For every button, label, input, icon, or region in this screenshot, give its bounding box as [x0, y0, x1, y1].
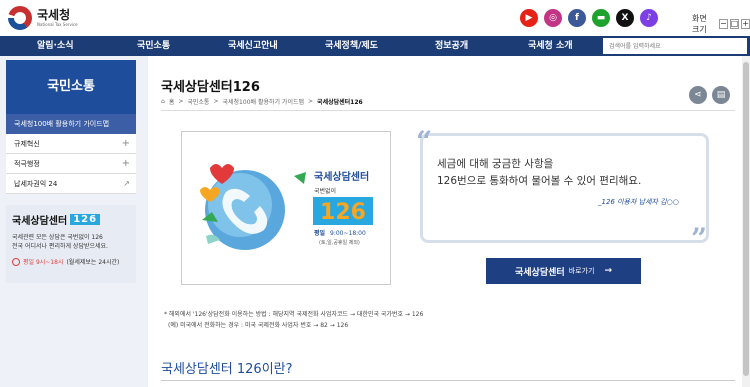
image-hours-note: (토,일,공휴일 제외) [319, 239, 360, 246]
taegeuk-logo-icon [8, 6, 32, 30]
consult-center-image: 국세상담센터 국번없이 126 평일 9:00~18:00 (토,일,공휴일 제… [181, 131, 391, 285]
instagram-icon[interactable]: ◎ [544, 9, 562, 27]
sidebar-item-taxpayer-rights[interactable]: 납세자권익 24 ↗ [6, 174, 136, 194]
search-input[interactable] [603, 38, 747, 54]
top-header: 국세청 National Tax Service ▶ ◎ f ▬ X ♪ 화면크기 − □… [0, 0, 750, 36]
consult-box-desc-1: 국세관련 모든 상담은 국번없이 126 [12, 234, 103, 241]
font-size-label: 화면크기 [692, 14, 707, 34]
breadcrumb-item[interactable]: 국세청100배 활용하기 가이드맵 [223, 97, 305, 106]
nav-item-news[interactable]: 알림·소식 [37, 36, 74, 56]
note-line-2: (예) 미국에서 전화하는 경우 : 미국 국제전화 사업자 번호 → 82 →… [168, 322, 349, 329]
breadcrumb-item[interactable]: 홈 [169, 97, 175, 106]
section-title: 국세상담센터 126이란? [161, 362, 293, 377]
testimonial-line-2: 126번으로 통화하여 물어볼 수 있어 편리해요. [437, 175, 642, 187]
note-line-1: * 해외에서 '126'상담전화 이용하는 방법 : 해당지역 국제전화 사업자… [164, 311, 424, 318]
section-divider [161, 380, 735, 381]
consult-center-link-button[interactable]: 국세상담센터 바로가기 → [486, 258, 641, 284]
external-link-icon: ↗ [123, 179, 130, 188]
sidebar-item-label: 국세청100배 활용하기 가이드맵 [14, 120, 110, 128]
sidebar-item-label: 납세자권익 24 [14, 180, 58, 188]
image-hours-label: 평일 [314, 229, 326, 237]
title-divider [161, 110, 735, 111]
scrollbar-thumb[interactable] [743, 62, 749, 376]
open-quote-icon: “ [416, 125, 433, 158]
consult-box-hours: 평일 9시~18시 [23, 259, 64, 266]
cta-label: 국세상담센터 [515, 267, 565, 278]
image-brand: 국세상담센터 [314, 170, 369, 183]
consult-box-hours-note: (월세제보는 24시간) [66, 259, 120, 266]
font-size-control: 화면크기 − □ + [692, 13, 750, 35]
font-reset-button[interactable]: □ [729, 19, 740, 29]
breadcrumb-current: 국세상담센터126 [317, 99, 363, 106]
sidebar-title: 국민소통 [6, 60, 136, 114]
testimonial-line-1: 세금에 대해 궁금한 사항을 [437, 158, 554, 170]
print-button[interactable]: ▤ [712, 86, 730, 104]
home-icon[interactable]: ⌂ [161, 98, 165, 105]
x-icon[interactable]: X [616, 9, 634, 27]
print-icon: ▤ [716, 90, 726, 100]
font-decrease-button[interactable]: − [719, 19, 728, 29]
social-links: ▶ ◎ f ▬ X ♪ [520, 9, 658, 27]
nts-logo[interactable]: 국세청 National Tax Service [8, 6, 78, 30]
page-title: 국세상담센터126 [161, 80, 260, 95]
logo-title: 국세청 [37, 8, 71, 22]
sidebar-item-regulation[interactable]: 규제혁신 + [6, 134, 136, 154]
consult-box-desc-2: 전국 어디서나 편리하게 상담받으세요. [12, 243, 108, 250]
consult-box-title: 국세상담센터 [12, 216, 68, 227]
blog-icon[interactable]: ♪ [640, 9, 658, 27]
testimonial-signature: _126 이용자 납세자 김○○ [598, 198, 679, 206]
sidebar-item-active-admin[interactable]: 적극행정 + [6, 154, 136, 174]
font-increase-button[interactable]: + [741, 19, 750, 29]
consult-center-box: 국세상담센터 126 국세관련 모든 상담은 국번없이 126 전국 어디서나 … [6, 205, 136, 283]
breadcrumb-item[interactable]: 국민소통 [187, 97, 209, 106]
facebook-icon[interactable]: f [568, 9, 586, 27]
image-number: 126 [320, 200, 366, 225]
nav-item-tax-filing[interactable]: 국세신고안내 [228, 36, 278, 56]
consult-box-number: 126 [70, 214, 101, 225]
kakaostory-icon[interactable]: ▬ [592, 9, 610, 27]
image-sub: 국번없이 [314, 187, 336, 195]
consult-illustration: 국세상담센터 국번없이 126 평일 9:00~18:00 (토,일,공휴일 제… [200, 164, 373, 250]
sidebar-item-label: 적극행정 [14, 160, 40, 168]
sidebar-item-guide-map[interactable]: 국세청100배 활용하기 가이드맵 [6, 114, 136, 134]
main-nav: 알림·소식 국민소통 국세신고안내 국세정책/제도 정보공개 국세청 소개 [0, 36, 750, 56]
sidebar-item-label: 규제혁신 [14, 140, 40, 148]
share-icon: ⋖ [694, 90, 702, 100]
nav-item-disclosure[interactable]: 정보공개 [435, 36, 468, 56]
nav-item-policy[interactable]: 국세정책/제도 [325, 36, 378, 56]
nav-item-about[interactable]: 국세청 소개 [528, 36, 573, 56]
youtube-icon[interactable]: ▶ [520, 9, 538, 27]
plus-icon: + [121, 158, 130, 169]
nav-item-communication[interactable]: 국민소통 [137, 36, 170, 56]
testimonial-text: 세금에 대해 궁금한 사항을 126번으로 통화하여 물어볼 수 있어 편리해요… [437, 156, 641, 190]
logo-subtitle: National Tax Service [37, 22, 78, 27]
cta-sub: 바로가기 [568, 267, 595, 275]
close-quote-icon: ” [691, 222, 708, 255]
breadcrumb: ⌂ 홈 > 국민소통 > 국세청100배 활용하기 가이드맵 > 국세상담센터1… [161, 97, 363, 106]
clock-icon [12, 257, 20, 266]
plus-icon: + [121, 138, 130, 149]
share-button[interactable]: ⋖ [689, 86, 707, 104]
overseas-call-notes: * 해외에서 '126'상담전화 이용하는 방법 : 해당지역 국제전화 사업자… [164, 309, 423, 331]
arrow-right-icon: → [604, 266, 612, 276]
image-hours: 9:00~18:00 [330, 230, 366, 237]
